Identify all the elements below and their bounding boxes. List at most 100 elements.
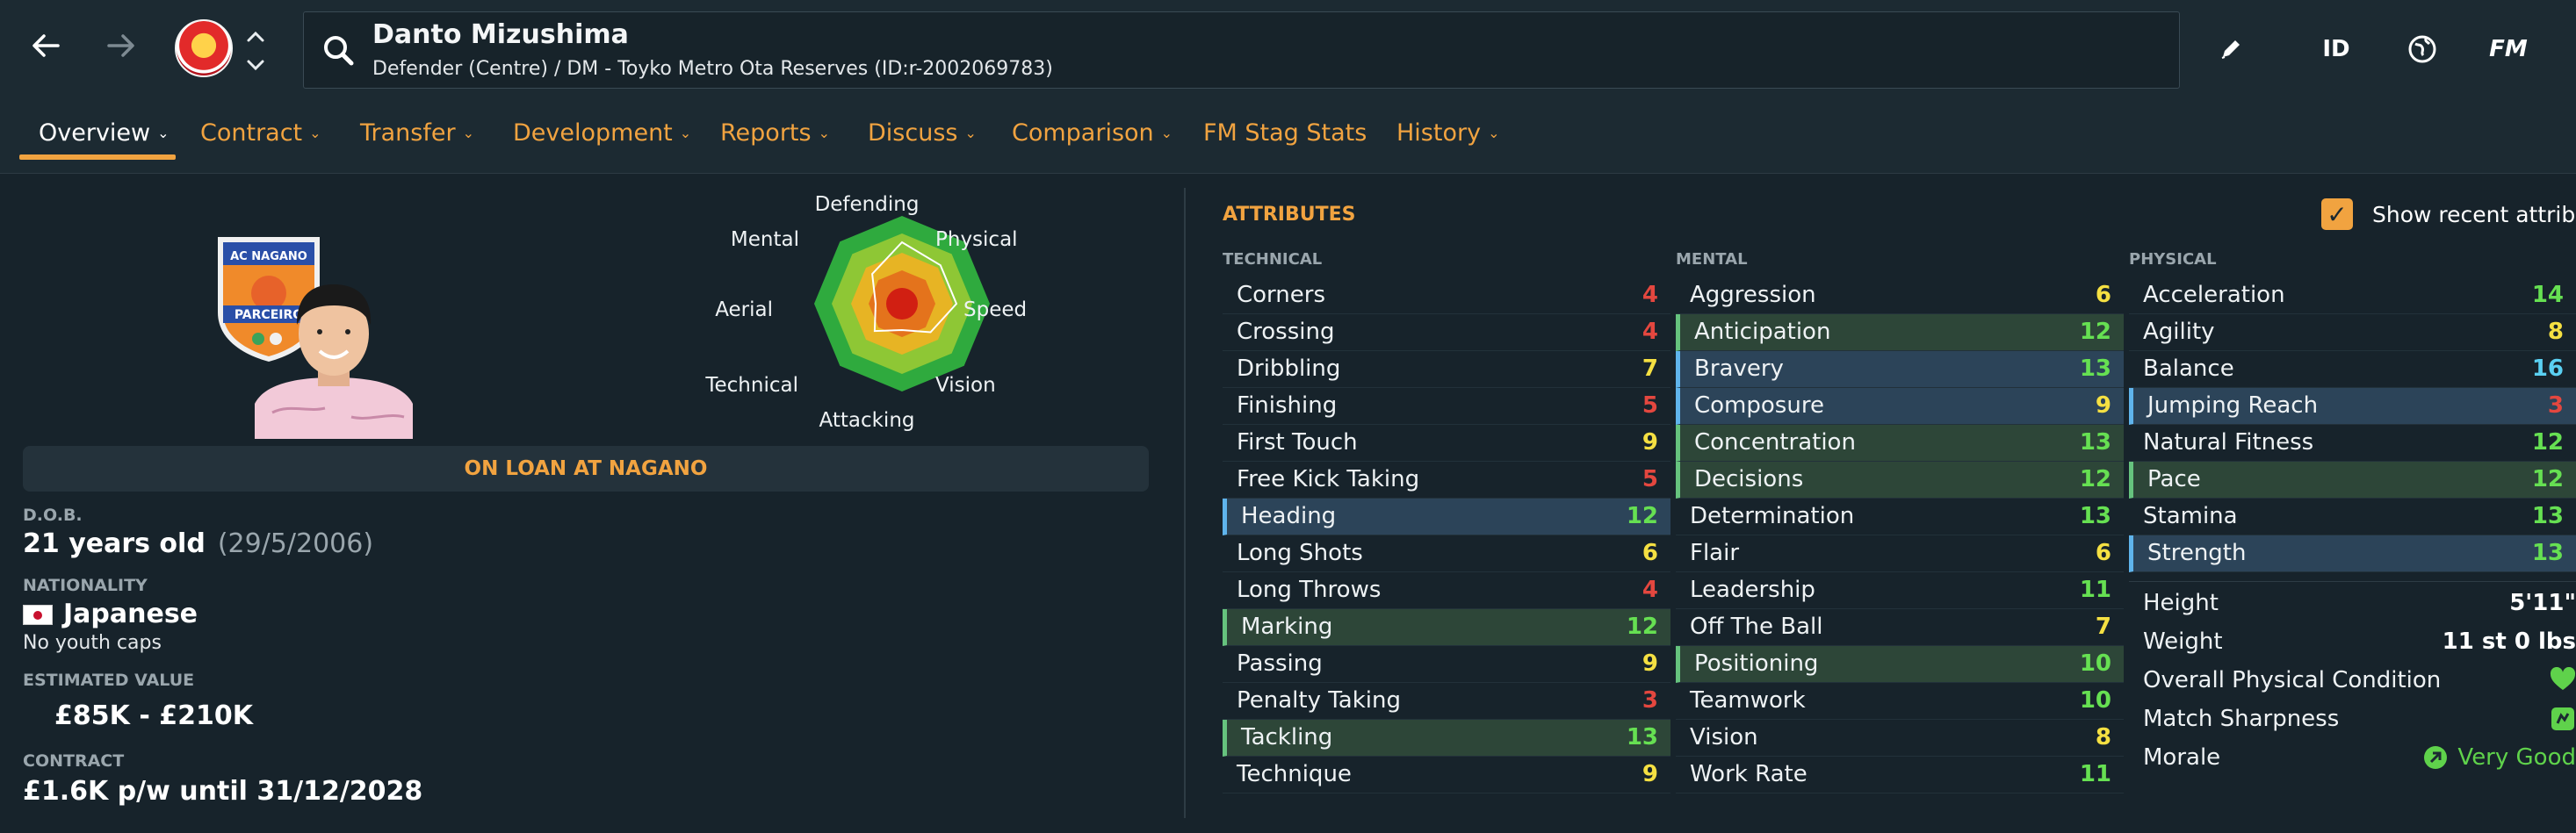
attribute-radar-chart: Defending Physical Speed Vision Attackin… [704, 193, 1027, 432]
attribute-row-flair[interactable]: Flair 6 [1676, 535, 2124, 572]
attribute-row-teamwork[interactable]: Teamwork 10 [1676, 683, 2124, 720]
attribute-row-leadership[interactable]: Leadership 11 [1676, 572, 2124, 609]
attribute-row-composure[interactable]: Composure 9 [1676, 388, 2124, 425]
tab-contract[interactable]: Contract ⌄ [200, 119, 321, 147]
attribute-row-aggression[interactable]: Aggression 6 [1676, 277, 2124, 314]
tab-discuss[interactable]: Discuss ⌄ [868, 119, 977, 147]
attribute-row-free-kick-taking[interactable]: Free Kick Taking 5 [1223, 462, 1670, 499]
attribute-row-balance[interactable]: Balance 16 [2129, 351, 2576, 388]
nationality-value[interactable]: Japanese [23, 599, 198, 629]
attribute-name: Positioning [1694, 650, 1819, 677]
attribute-row-positioning[interactable]: Positioning 10 [1676, 646, 2124, 683]
svg-text:AC NAGANO: AC NAGANO [230, 250, 307, 263]
technical-header: TECHNICAL [1223, 250, 1323, 269]
attribute-name: Stamina [2143, 503, 2238, 529]
attribute-name: Marking [1241, 614, 1333, 640]
attribute-row-penalty-taking[interactable]: Penalty Taking 3 [1223, 683, 1670, 720]
estimated-value: £85K - £210K [54, 700, 253, 731]
radar-label-technical: Technical [704, 374, 798, 397]
forward-button[interactable] [100, 25, 142, 67]
attribute-name: Agility [2143, 319, 2215, 345]
attribute-row-work-rate[interactable]: Work Rate 11 [1676, 757, 2124, 794]
attribute-row-determination[interactable]: Determination 13 [1676, 499, 2124, 535]
attribute-row-off-the-ball[interactable]: Off The Ball 7 [1676, 609, 2124, 646]
attribute-value: 12 [2531, 466, 2564, 492]
edit-button[interactable] [2212, 26, 2250, 72]
back-button[interactable] [25, 25, 67, 67]
attribute-row-long-shots[interactable]: Long Shots 6 [1223, 535, 1670, 572]
morale-arrow-icon [2424, 746, 2448, 769]
attribute-row-bravery[interactable]: Bravery 13 [1676, 351, 2124, 388]
attribute-row-anticipation[interactable]: Anticipation 12 [1676, 314, 2124, 351]
player-name: Danto Mizushima [372, 19, 629, 50]
fm-button[interactable]: FM [2482, 26, 2535, 72]
attribute-value: 9 [1642, 429, 1658, 456]
attribute-row-heading[interactable]: Heading 12 [1223, 499, 1670, 535]
attribute-name: Free Kick Taking [1237, 466, 1420, 492]
attribute-row-jumping-reach[interactable]: Jumping Reach 3 [2129, 388, 2576, 425]
attribute-value: 13 [2079, 429, 2111, 456]
radar-label-attacking: Attacking [819, 409, 915, 432]
panel-divider [1184, 188, 1186, 818]
attribute-row-natural-fitness[interactable]: Natural Fitness 12 [2129, 425, 2576, 462]
tab-transfer[interactable]: Transfer ⌄ [360, 119, 474, 147]
attribute-row-stamina[interactable]: Stamina 13 [2129, 499, 2576, 535]
attribute-row-corners[interactable]: Corners 4 [1223, 277, 1670, 314]
attribute-row-long-throws[interactable]: Long Throws 4 [1223, 572, 1670, 609]
attribute-name: Work Rate [1690, 761, 1808, 787]
attribute-row-vision[interactable]: Vision 8 [1676, 720, 2124, 757]
attribute-row-acceleration[interactable]: Acceleration 14 [2129, 277, 2576, 314]
player-search-box[interactable]: Danto Mizushima Defender (Centre) / DM -… [303, 11, 2180, 89]
attribute-row-dribbling[interactable]: Dribbling 7 [1223, 351, 1670, 388]
attribute-name: Dribbling [1237, 355, 1341, 382]
attribute-row-agility[interactable]: Agility 8 [2129, 314, 2576, 351]
id-button[interactable]: ID [2315, 26, 2357, 72]
chevron-down-icon: ⌄ [964, 125, 977, 141]
chevron-down-icon: ⌄ [1160, 125, 1173, 141]
radar-label-physical: Physical [935, 228, 1018, 251]
attribute-row-tackling[interactable]: Tackling 13 [1223, 720, 1670, 757]
attribute-row-technique[interactable]: Technique 9 [1223, 757, 1670, 794]
physical-attributes: Acceleration 14 Agility 8 Balance 16 Jumping R… [2129, 277, 2576, 572]
tab-development[interactable]: Development ⌄ [513, 119, 691, 147]
globe-button[interactable] [2399, 26, 2445, 72]
search-icon [324, 36, 354, 66]
tab-fm-stag-stats[interactable]: FM Stag Stats [1203, 119, 1367, 147]
chevron-down-icon: ⌄ [1488, 125, 1500, 141]
attribute-row-first-touch[interactable]: First Touch 9 [1223, 425, 1670, 462]
tab-reports[interactable]: Reports ⌄ [720, 119, 830, 147]
attribute-value: 4 [1642, 577, 1658, 603]
tab-comparison[interactable]: Comparison ⌄ [1012, 119, 1173, 147]
radar-label-mental: Mental [731, 228, 799, 251]
attribute-row-pace[interactable]: Pace 12 [2129, 462, 2576, 499]
checkbox-checked-icon[interactable]: ✓ [2321, 198, 2353, 230]
attribute-row-finishing[interactable]: Finishing 5 [1223, 388, 1670, 425]
height-value: 5'11" [2509, 590, 2576, 616]
attribute-value: 6 [1642, 540, 1658, 566]
show-recent-toggle[interactable]: ✓ Show recent attrib [2321, 198, 2575, 230]
attribute-row-marking[interactable]: Marking 12 [1223, 609, 1670, 646]
tab-overview[interactable]: Overview ⌄ [39, 119, 170, 147]
show-recent-label: Show recent attrib [2372, 201, 2576, 227]
attribute-value: 9 [1642, 650, 1658, 677]
tab-history[interactable]: History ⌄ [1396, 119, 1499, 147]
attribute-row-strength[interactable]: Strength 13 [2129, 535, 2576, 572]
physical-header: PHYSICAL [2129, 250, 2217, 269]
attribute-row-concentration[interactable]: Concentration 13 [1676, 425, 2124, 462]
club-badge-icon[interactable] [175, 19, 233, 77]
attribute-row-crossing[interactable]: Crossing 4 [1223, 314, 1670, 351]
attribute-value: 11 [2079, 577, 2111, 603]
attribute-value: 12 [1626, 614, 1658, 640]
condition-label: Overall Physical Condition [2143, 667, 2442, 693]
attribute-value: 13 [2531, 540, 2564, 566]
attribute-name: Composure [1694, 392, 1824, 419]
attribute-value: 8 [2547, 319, 2564, 345]
attribute-value: 12 [2531, 429, 2564, 456]
attribute-name: Strength [2147, 540, 2247, 566]
up-down-arrows-icon[interactable] [242, 26, 269, 75]
morale-label: Morale [2143, 744, 2221, 771]
active-tab-indicator [19, 154, 176, 160]
attribute-row-passing[interactable]: Passing 9 [1223, 646, 1670, 683]
attribute-value: 9 [1642, 761, 1658, 787]
attribute-row-decisions[interactable]: Decisions 12 [1676, 462, 2124, 499]
